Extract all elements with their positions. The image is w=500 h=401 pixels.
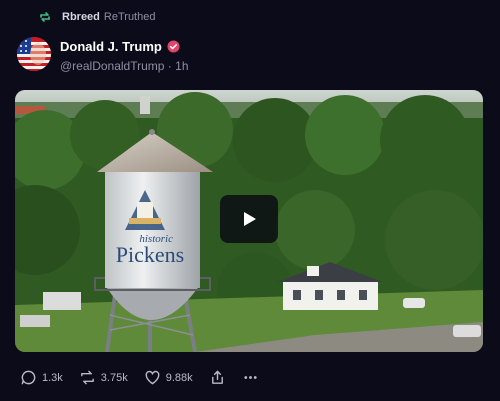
- author-handle[interactable]: @realDonaldTrump: [60, 59, 164, 73]
- reply-icon: [21, 370, 36, 385]
- retruth-verb: ReTruthed: [103, 11, 156, 23]
- play-icon: [244, 212, 256, 226]
- author-name-row: Donald J. Trump: [60, 39, 180, 54]
- video-thumbnail[interactable]: historic Pickens: [15, 90, 483, 352]
- post-time[interactable]: 1h: [175, 59, 188, 73]
- tower-text-main: Pickens: [116, 242, 184, 267]
- retruth-button[interactable]: 3.75k: [79, 369, 128, 386]
- more-icon: [244, 376, 257, 379]
- heart-icon: [145, 370, 160, 385]
- author-name[interactable]: Donald J. Trump: [60, 39, 162, 54]
- action-bar: 1.3k 3.75k 9.88k: [20, 369, 275, 386]
- more-options-button[interactable]: [242, 369, 259, 386]
- author-handle-row: @realDonaldTrump · 1h: [60, 59, 189, 73]
- retruth-header: Rbreed ReTruthed: [38, 8, 155, 26]
- play-button[interactable]: [220, 195, 278, 243]
- avatar[interactable]: [17, 37, 51, 71]
- reply-count: 1.3k: [42, 371, 63, 384]
- retruth-count: 3.75k: [100, 371, 128, 384]
- truth-post[interactable]: Rbreed ReTruthed Donald J. Trump @realDo…: [0, 0, 500, 401]
- retruth-icon: [38, 10, 52, 24]
- like-button[interactable]: 9.88k: [144, 369, 193, 386]
- retruth-user[interactable]: Rbreed: [62, 11, 100, 23]
- retruth-icon: [80, 370, 94, 385]
- share-button[interactable]: [209, 369, 226, 386]
- verified-badge-icon: [167, 40, 180, 53]
- share-icon: [211, 370, 223, 384]
- like-count: 9.88k: [165, 371, 193, 384]
- reply-button[interactable]: 1.3k: [20, 369, 63, 386]
- separator: ·: [167, 59, 172, 73]
